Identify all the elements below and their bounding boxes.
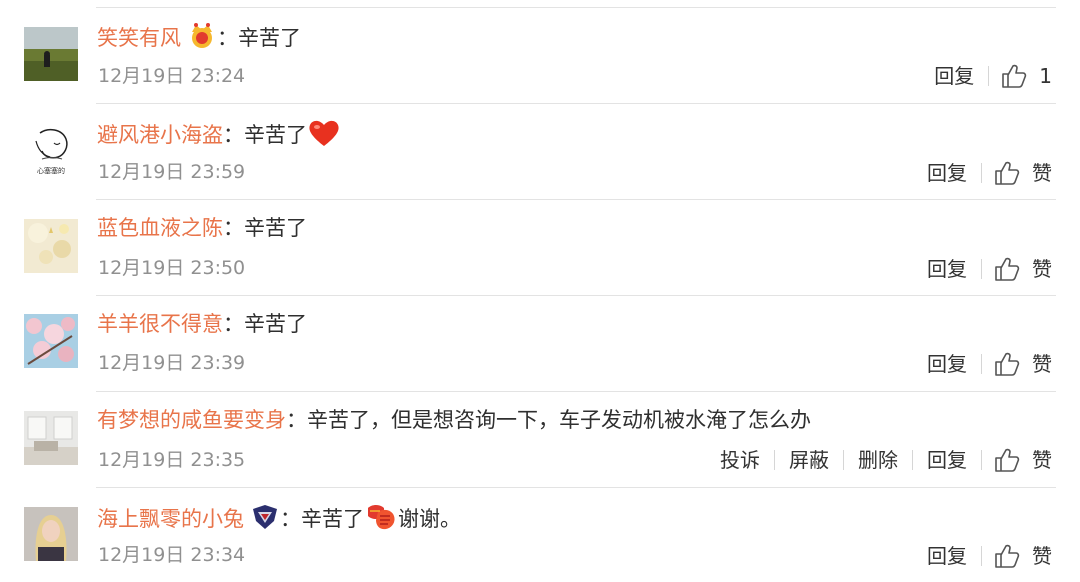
thumbs-up-icon (994, 543, 1020, 569)
comment-row: 有梦想的咸鱼要变身：辛苦了，但是想咨询一下，车子发动机被水淹了怎么办 12月19… (0, 392, 1080, 488)
comment-text: 辛苦了 (244, 312, 307, 336)
like-button[interactable]: 赞 (982, 255, 1052, 283)
like-count: 1 (1039, 64, 1052, 88)
like-button[interactable]: 1 (989, 62, 1052, 90)
comment-content: 笑笑有风 ：辛苦了 (97, 22, 301, 52)
report-button[interactable]: 投诉 (706, 446, 774, 474)
username-link[interactable]: 海上飘零的小兔 (97, 507, 244, 531)
blonde-avatar-image (24, 507, 78, 561)
avatar[interactable] (24, 314, 78, 368)
room-avatar-image (24, 411, 78, 465)
like-button[interactable]: 赞 (982, 446, 1052, 474)
comment-text-after: 谢谢。 (398, 507, 461, 531)
username-link[interactable]: 蓝色血液之陈 (97, 216, 223, 240)
avatar[interactable] (24, 27, 78, 81)
comment-text: 辛苦了 (244, 123, 307, 147)
comment-text: 辛苦了，但是想咨询一下，车子发动机被水淹了怎么办 (307, 408, 811, 432)
comment-time: 12月19日 23:35 (98, 449, 246, 471)
avatar[interactable] (24, 219, 78, 273)
username-link[interactable]: 有梦想的咸鱼要变身 (97, 408, 286, 432)
comment-row: 羊羊很不得意：辛苦了 12月19日 23:39 回复 赞 (0, 296, 1080, 392)
comment-actions: 回复 赞 (913, 350, 1052, 378)
username-link[interactable]: 避风港小海盗 (97, 123, 223, 147)
comment-actions: 回复 1 (920, 62, 1052, 90)
avatar[interactable] (24, 507, 78, 561)
comment-actions: 回复 赞 (913, 159, 1052, 187)
comment-row: 笑笑有风 ：辛苦了 12月19日 23:24 回复 1 (0, 0, 1080, 104)
pale-flower-avatar-image (24, 219, 78, 273)
comment-time: 12月19日 23:59 (98, 161, 246, 183)
comment-time: 12月19日 23:34 (98, 544, 246, 566)
team-badge-icon (250, 503, 280, 531)
comment-row: 海上飘零的小兔 ：辛苦了 谢谢。 12月19日 23:34 回复 赞 (0, 488, 1080, 582)
comment-row: 心塞塞的 避风港小海盗：辛苦了 12月19日 23:59 回复 赞 (0, 104, 1080, 200)
like-label: 赞 (1032, 352, 1052, 376)
username-link[interactable]: 笑笑有风 (97, 26, 181, 50)
comment-text: 辛苦了 (238, 26, 301, 50)
avatar-caption: 心塞塞的 (37, 166, 65, 175)
avatar[interactable] (24, 411, 78, 465)
thumbs-up-icon (994, 160, 1020, 186)
comment-actions: 回复 赞 (913, 542, 1052, 570)
thumbs-up-icon (994, 351, 1020, 377)
reply-button[interactable]: 回复 (913, 350, 981, 378)
reply-button[interactable]: 回复 (913, 255, 981, 283)
comment-actions: 投诉 屏蔽 删除 回复 赞 (706, 446, 1052, 474)
like-label: 赞 (1032, 544, 1052, 568)
reply-button[interactable]: 回复 (913, 446, 981, 474)
crown-badge-icon (187, 22, 217, 50)
comment-time: 12月19日 23:24 (98, 65, 246, 87)
comment-text: 辛苦了 (244, 216, 307, 240)
sketch-avatar-image: 心塞塞的 (24, 123, 78, 177)
like-button[interactable]: 赞 (982, 542, 1052, 570)
reply-button[interactable]: 回复 (913, 542, 981, 570)
comment-content: 蓝色血液之陈：辛苦了 (97, 216, 307, 240)
comment-actions: 回复 赞 (913, 255, 1052, 283)
comment-content: 有梦想的咸鱼要变身：辛苦了，但是想咨询一下，车子发动机被水淹了怎么办 (97, 408, 811, 432)
blossom-avatar-image (24, 314, 78, 368)
thumbs-up-icon (994, 256, 1020, 282)
fist-salute-icon (364, 502, 398, 532)
like-button[interactable]: 赞 (982, 159, 1052, 187)
reply-button[interactable]: 回复 (913, 159, 981, 187)
comment-text: 辛苦了 (301, 507, 364, 531)
block-button[interactable]: 屏蔽 (775, 446, 843, 474)
like-label: 赞 (1032, 161, 1052, 185)
thumbs-up-icon (994, 447, 1020, 473)
grassland-avatar-image (24, 27, 78, 81)
comment-time: 12月19日 23:50 (98, 257, 246, 279)
reply-button[interactable]: 回复 (920, 62, 988, 90)
avatar[interactable]: 心塞塞的 (24, 123, 78, 177)
comment-row: 蓝色血液之陈：辛苦了 12月19日 23:50 回复 赞 (0, 200, 1080, 296)
username-link[interactable]: 羊羊很不得意 (97, 312, 223, 336)
comment-content: 海上飘零的小兔 ：辛苦了 谢谢。 (97, 502, 461, 533)
delete-button[interactable]: 删除 (844, 446, 912, 474)
red-heart-icon (307, 118, 341, 148)
like-button[interactable]: 赞 (982, 350, 1052, 378)
like-label: 赞 (1032, 448, 1052, 472)
thumbs-up-icon (1001, 63, 1027, 89)
comment-time: 12月19日 23:39 (98, 352, 246, 374)
comment-content: 避风港小海盗：辛苦了 (97, 118, 341, 149)
comment-content: 羊羊很不得意：辛苦了 (97, 312, 307, 336)
like-label: 赞 (1032, 257, 1052, 281)
